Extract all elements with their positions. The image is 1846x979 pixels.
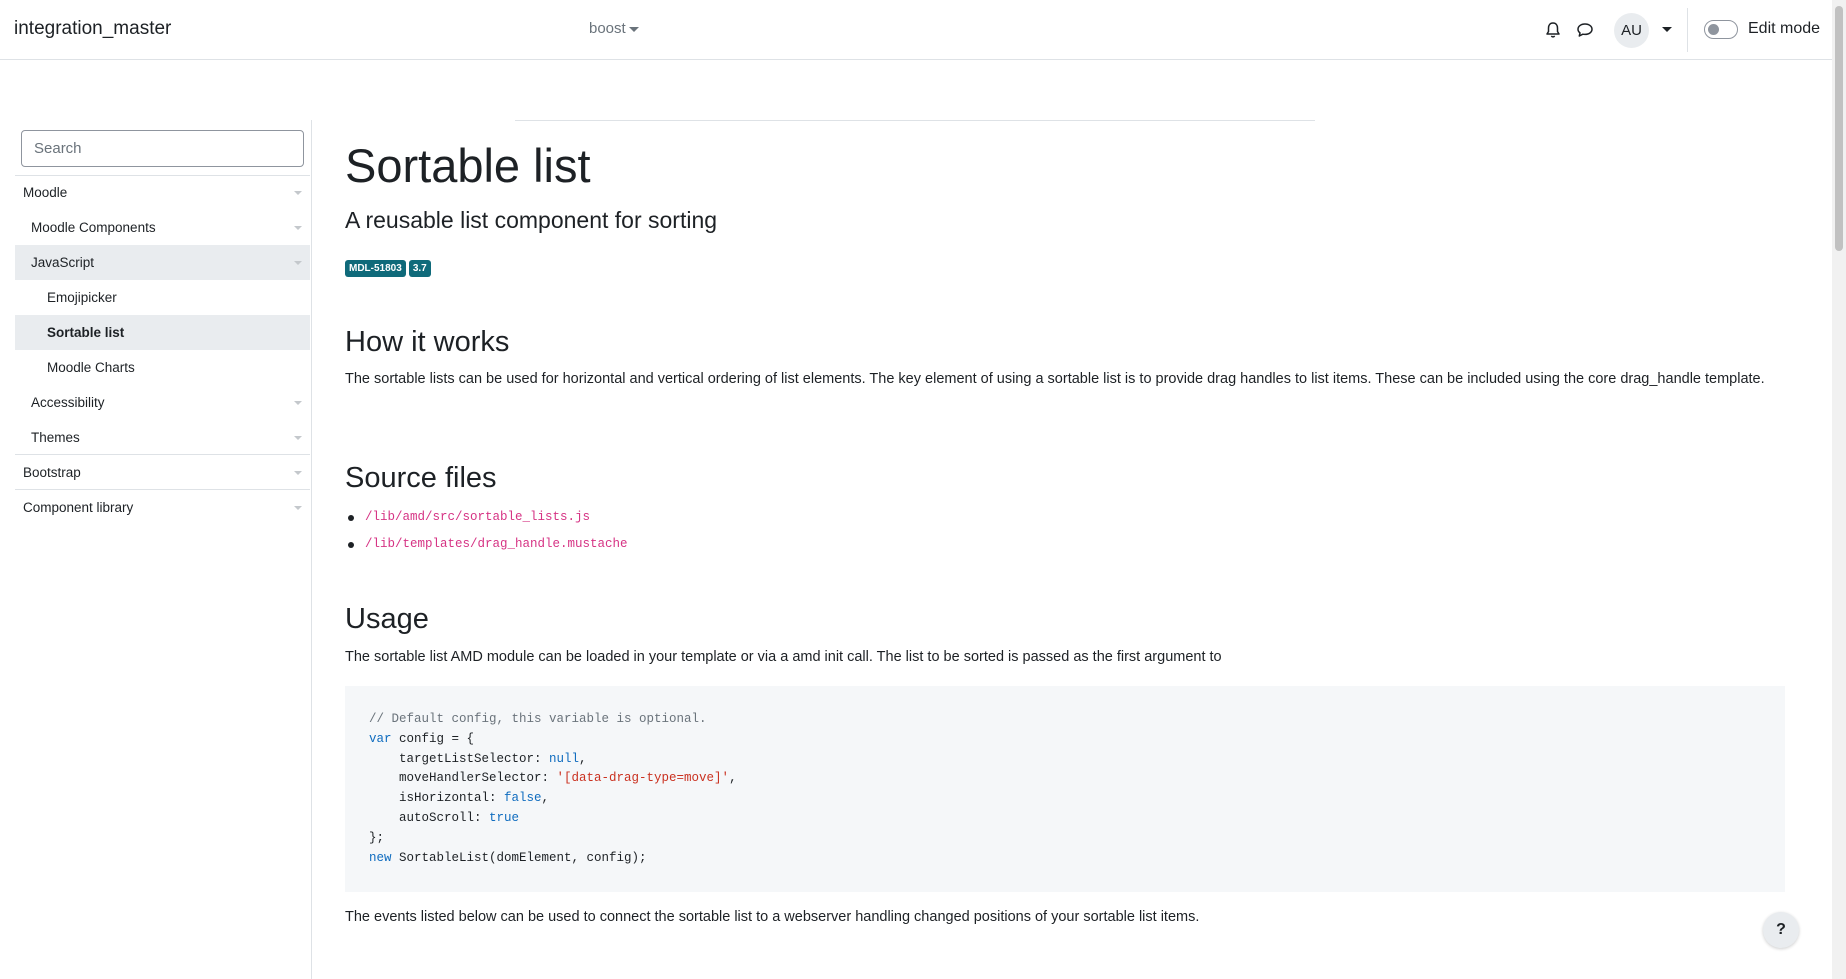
sidebar-item-component-library[interactable]: Component library bbox=[15, 490, 310, 525]
sidebar-item-label: Sortable list bbox=[47, 325, 125, 340]
code-keyword: new bbox=[369, 850, 392, 865]
code-value: null bbox=[549, 751, 580, 766]
content-top-rule bbox=[515, 120, 1315, 121]
sidebar-divider bbox=[15, 175, 310, 176]
chevron-down-icon bbox=[294, 226, 302, 230]
help-button[interactable]: ? bbox=[1763, 912, 1799, 948]
code-value: true bbox=[489, 810, 520, 825]
chevron-down-icon bbox=[294, 261, 302, 265]
sidebar-item-sortable-list[interactable]: Sortable list bbox=[15, 315, 310, 350]
chat-bubble-icon[interactable] bbox=[1575, 20, 1595, 40]
sidebar-item-label: Moodle bbox=[23, 185, 68, 200]
sidebar-item-label: Bootstrap bbox=[23, 465, 81, 480]
top-navbar: integration_master boost AU Edit mode bbox=[0, 0, 1832, 60]
source-file-link[interactable]: /lib/templates/drag_handle.mustache bbox=[345, 531, 628, 558]
usage-text: The sortable list AMD module can be load… bbox=[345, 649, 1222, 665]
chevron-down-icon bbox=[294, 436, 302, 440]
sidebar-item-label: Component library bbox=[23, 500, 134, 515]
theme-dropdown-label: boost bbox=[589, 20, 626, 37]
code-value: false bbox=[504, 791, 542, 806]
code-string: '[data-drag-type=move]' bbox=[556, 771, 730, 786]
chevron-down-icon bbox=[294, 191, 302, 195]
sidebar-item-moodle-charts[interactable]: Moodle Charts bbox=[15, 350, 310, 385]
tracker-badge: MDL-51803 bbox=[345, 260, 406, 277]
how-it-works-text: The sortable lists can be used for horiz… bbox=[345, 371, 1765, 387]
chevron-down-icon bbox=[294, 401, 302, 405]
code-text: isHorizontal: bbox=[369, 791, 505, 806]
code-text: config = { bbox=[391, 731, 475, 746]
page-subtitle: A reusable list component for sorting bbox=[345, 207, 718, 233]
code-block: // Default config, this variable is opti… bbox=[345, 686, 1785, 892]
user-menu-chevron-down-icon[interactable] bbox=[1662, 27, 1672, 32]
sidebar-item-bootstrap[interactable]: Bootstrap bbox=[15, 455, 310, 490]
chevron-down-icon bbox=[628, 26, 639, 32]
scrollbar-thumb[interactable] bbox=[1835, 6, 1843, 251]
toggle-knob bbox=[1708, 24, 1719, 35]
chevron-down-icon bbox=[294, 506, 302, 510]
sidebar-item-emojipicker[interactable]: Emojipicker bbox=[15, 280, 310, 315]
code-text: moveHandlerSelector: bbox=[369, 771, 557, 786]
source-file-link[interactable]: /lib/amd/src/sortable_lists.js bbox=[345, 504, 628, 531]
chevron-down-icon bbox=[294, 471, 302, 475]
usage-heading: Usage bbox=[345, 603, 429, 635]
code-text: targetListSelector: bbox=[369, 751, 550, 766]
navbar-divider bbox=[1687, 8, 1688, 52]
edit-mode-toggle[interactable] bbox=[1704, 20, 1738, 39]
source-files-heading: Source files bbox=[345, 462, 497, 494]
sidebar-item-moodle[interactable]: Moodle bbox=[15, 175, 310, 210]
code-comment: // Default config, this variable is opti… bbox=[369, 712, 707, 726]
sidebar-item-label: Moodle Charts bbox=[47, 360, 135, 375]
sidebar-item-label: Moodle Components bbox=[31, 220, 156, 235]
code-text: SortableList(domElement, config); bbox=[391, 850, 647, 865]
page-scrollbar[interactable] bbox=[1832, 0, 1846, 979]
badge-group: MDL-51803 3.7 bbox=[345, 258, 434, 277]
sidebar-item-themes[interactable]: Themes bbox=[15, 420, 310, 455]
bell-icon[interactable] bbox=[1543, 20, 1563, 40]
sidebar-item-label: Accessibility bbox=[31, 395, 105, 410]
code-text: }; bbox=[369, 830, 385, 845]
how-it-works-heading: How it works bbox=[345, 326, 510, 358]
sidebar-item-javascript[interactable]: JavaScript bbox=[15, 245, 310, 280]
edit-mode-label: Edit mode bbox=[1748, 20, 1821, 37]
sidebar-item-label: Themes bbox=[31, 430, 80, 445]
search-input[interactable] bbox=[21, 130, 304, 167]
version-badge: 3.7 bbox=[408, 260, 431, 277]
sidebar-item-moodle-components[interactable]: Moodle Components bbox=[15, 210, 310, 245]
sidebar-item-accessibility[interactable]: Accessibility bbox=[15, 385, 310, 420]
events-text: The events listed below can be used to c… bbox=[345, 909, 1200, 925]
theme-dropdown[interactable]: boost bbox=[589, 20, 639, 37]
sidebar-item-label: Emojipicker bbox=[47, 290, 117, 305]
code-text: autoScroll: bbox=[369, 810, 490, 825]
page-title: Sortable list bbox=[345, 139, 591, 192]
source-file-list: /lib/amd/src/sortable_lists.js /lib/temp… bbox=[345, 504, 628, 558]
user-avatar[interactable]: AU bbox=[1614, 13, 1649, 48]
sidebar-nav: Moodle Moodle Components JavaScript Emoj… bbox=[0, 120, 312, 979]
sidebar-item-label: JavaScript bbox=[31, 255, 95, 270]
code-keyword: var bbox=[369, 731, 392, 746]
site-brand[interactable]: integration_master bbox=[14, 18, 171, 40]
